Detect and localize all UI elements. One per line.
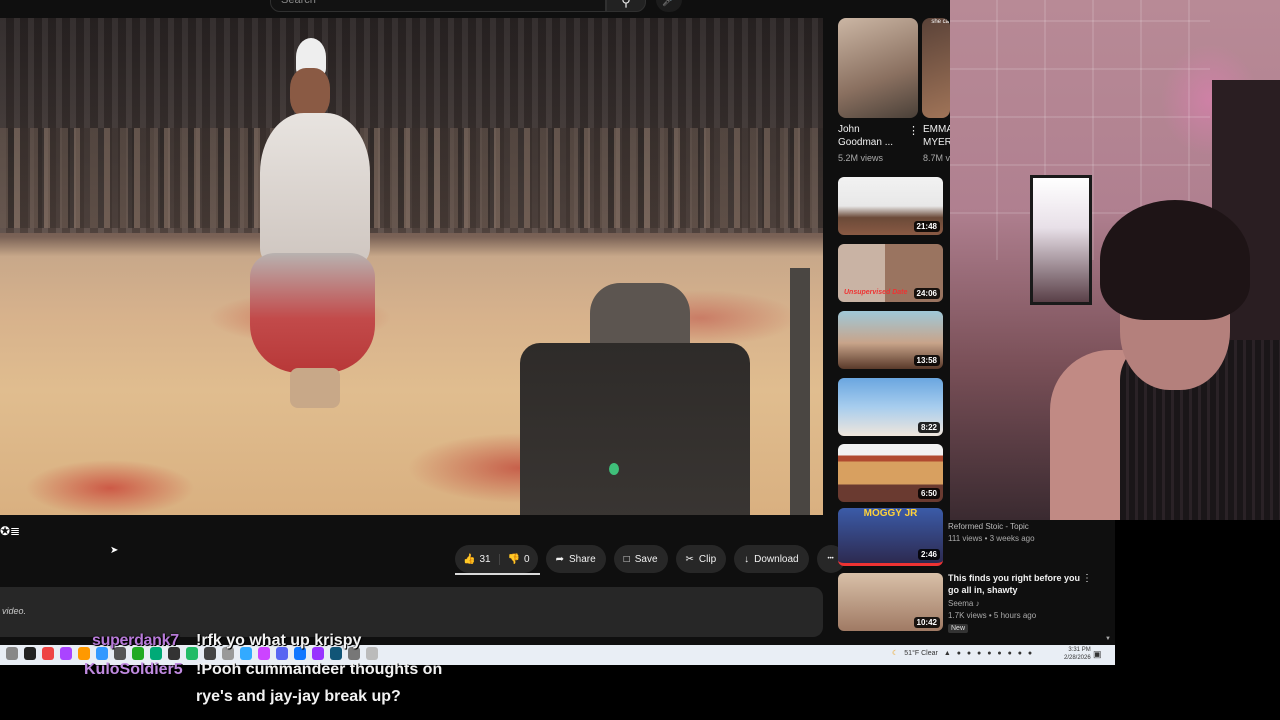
video-thumbnail[interactable]: 10:42 — [838, 573, 943, 631]
video-duration: 10:42 — [913, 617, 940, 628]
short-title[interactable]: John Goodman ... — [838, 123, 906, 149]
chat-username: superdank7 — [92, 632, 179, 649]
mouse-cursor-icon: ➤ — [110, 545, 119, 556]
like-dislike-group: 👍 31 👎 0 — [455, 545, 540, 575]
video-thumbnail[interactable]: 8:22 — [838, 378, 943, 436]
chat-message: !Pooh cummandeer thoughts on — [196, 661, 443, 678]
save-button[interactable]: □ Save — [613, 545, 668, 573]
download-icon: ↓ — [744, 553, 750, 565]
download-button[interactable]: ↓ Download — [734, 545, 809, 573]
short-title[interactable]: EMMA MYER — [923, 123, 953, 149]
webcam-overlay — [950, 0, 1280, 520]
video-chair — [520, 283, 750, 515]
screen: Search ⚲ 🎤 ✪≣ ➤ 👍 31 👎 0 ➦ Share □ Save … — [0, 0, 1280, 720]
video-duration: 24:06 — [913, 288, 940, 299]
video-thumbnail[interactable]: 13:58 — [838, 311, 943, 369]
short-badge: she ca — [931, 19, 949, 25]
video-thumbnail[interactable]: 21:48 — [838, 177, 943, 235]
thumbnail-title: MOGGY JR — [863, 508, 918, 519]
video-duration: 13:58 — [913, 355, 940, 366]
short-views: 5.2M views — [838, 153, 884, 163]
clip-label: Clip — [698, 553, 717, 565]
notification-icon[interactable]: ▣ — [1093, 649, 1102, 660]
clock-time: 3:31 PM — [1068, 647, 1091, 653]
video-meta: 111 views • 3 weeks ago — [948, 534, 1035, 543]
scroll-down-icon[interactable]: ▼ — [1105, 636, 1111, 642]
clip-button[interactable]: ✂ Clip — [675, 545, 727, 573]
search-input[interactable]: Search — [270, 0, 606, 12]
scissors-icon: ✂ — [685, 553, 694, 565]
weather-icon: ☾ — [892, 650, 899, 657]
chat-overlay: superdank7 !rfk yo what up krispy KuloSo… — [0, 630, 520, 720]
description-text: video. — [2, 606, 27, 616]
rail-continued: Reformed Stoic - Topic 111 views • 3 wee… — [945, 520, 1115, 645]
video-meta: 1.7K views • 5 hours ago — [948, 611, 1037, 620]
shorts-shelf: she ca John Goodman ... ⋮ EMMA MYER 5.2M… — [838, 18, 953, 168]
weather-text[interactable]: 51°F Clear — [904, 650, 938, 657]
like-count: 31 — [479, 553, 491, 565]
share-label: Share — [568, 553, 596, 565]
video-thumbnail[interactable]: 6:50 — [838, 444, 943, 502]
video-thumbnail[interactable]: Unsupervised Date 24:06 — [838, 244, 943, 302]
chat-username: KuloSoldier5 — [84, 661, 183, 678]
chat-message: !rfk yo what up krispy — [196, 632, 362, 649]
short-thumbnail[interactable] — [838, 18, 918, 118]
clock-date: 2/28/2026 — [1064, 655, 1091, 661]
share-icon: ➦ — [555, 553, 564, 565]
dislike-count: 0 — [524, 553, 530, 565]
thumbs-up-icon: 👍 — [463, 553, 476, 565]
more-icon: ••• — [827, 556, 834, 562]
video-title[interactable]: This finds you right before you go all i… — [948, 572, 1083, 596]
mic-icon[interactable]: 🎤 — [656, 0, 682, 12]
download-label: Download — [754, 553, 799, 565]
video-duration: 21:48 — [913, 221, 940, 232]
short-views: 8.7M v — [923, 153, 951, 163]
tray-icons[interactable]: ▲ ● ● ● ● ● ● ● ● — [944, 650, 1034, 657]
channel-name[interactable]: Reformed Stoic - Topic — [948, 522, 1029, 531]
video-pole — [790, 268, 810, 515]
like-underline — [455, 573, 540, 575]
video-dancer — [250, 38, 380, 408]
video-thumbnail[interactable]: MOGGY JR 2:46 — [838, 508, 943, 566]
search-icon[interactable]: ⚲ — [606, 0, 646, 12]
system-tray: ☾ 51°F Clear ▲ ● ● ● ● ● ● ● ● — [892, 649, 1034, 658]
dislike-button[interactable]: 👎 0 — [500, 554, 538, 565]
chat-message-continued: rye's and jay-jay break up? — [196, 688, 401, 705]
like-button[interactable]: 👍 31 — [455, 553, 500, 565]
thumbs-down-icon: 👎 — [507, 553, 521, 565]
share-button[interactable]: ➦ Share — [545, 545, 606, 573]
new-badge: New — [948, 624, 969, 633]
short-thumbnail[interactable]: she ca — [922, 18, 950, 118]
kebab-menu-icon[interactable]: ⋮ — [1082, 573, 1092, 584]
channel-glyph: ✪≣ — [0, 524, 21, 538]
thumbnail-tag: Unsupervised Date — [844, 289, 908, 296]
video-duration: 6:50 — [917, 488, 940, 499]
save-label: Save — [634, 553, 658, 565]
bookmark-icon: □ — [623, 553, 630, 565]
kebab-menu-icon[interactable]: ⋮ — [908, 124, 919, 137]
video-duration: 8:22 — [917, 422, 940, 433]
video-player[interactable] — [0, 18, 823, 515]
video-actions: 👍 31 👎 0 ➦ Share □ Save ✂ Clip ↓ Downloa… — [455, 545, 845, 575]
video-duration: 2:46 — [917, 549, 940, 560]
video-crowd-band — [0, 128, 823, 228]
clock[interactable]: 3:31 PM 2/28/2026 — [1064, 646, 1091, 662]
channel-name[interactable]: Seema ♪ — [948, 599, 980, 608]
